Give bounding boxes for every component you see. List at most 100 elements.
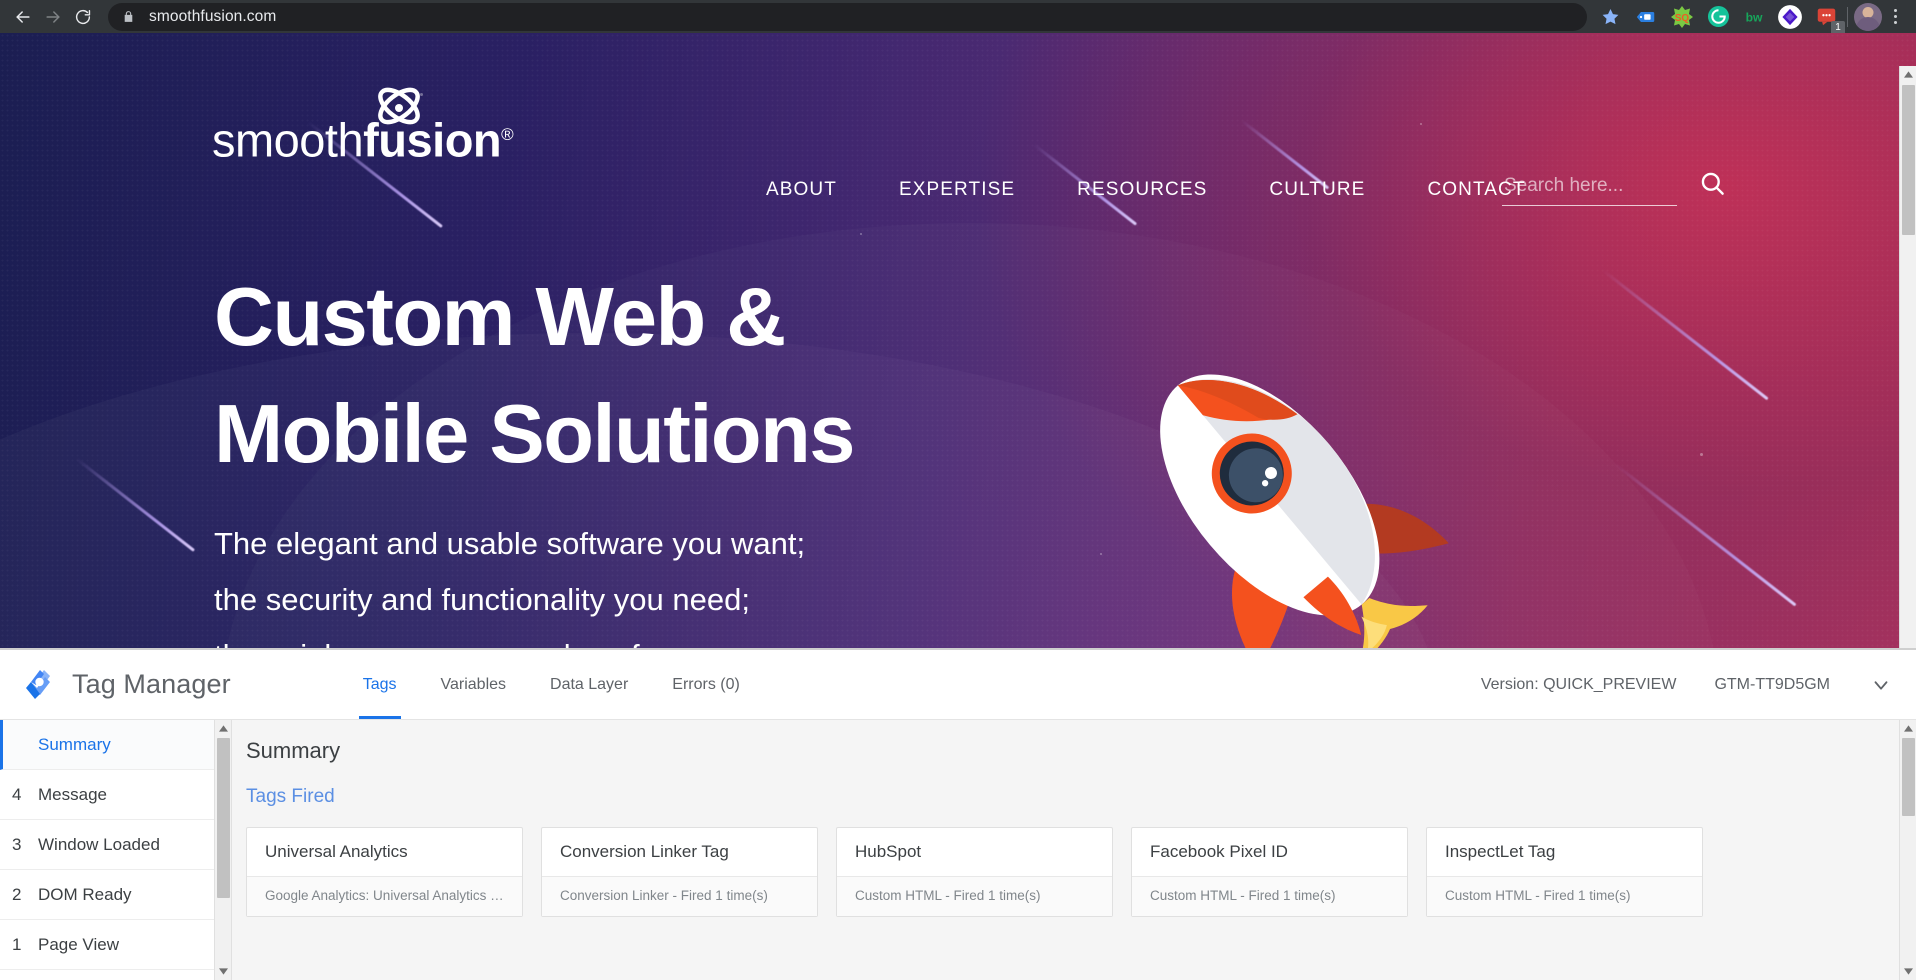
hero-title-line-2: Mobile Solutions xyxy=(214,387,855,480)
tag-card[interactable]: Facebook Pixel ID Custom HTML - Fired 1 … xyxy=(1131,827,1408,917)
kebab-dot xyxy=(1893,15,1897,18)
sidebar-item-window-loaded[interactable]: 3 Window Loaded xyxy=(0,820,231,870)
main-scroll-up-arrow-icon[interactable] xyxy=(1900,720,1916,737)
reload-button[interactable] xyxy=(68,2,98,32)
sidebar-item-label: DOM Ready xyxy=(38,884,132,904)
main-scrollbar[interactable] xyxy=(1899,720,1916,980)
site-search xyxy=(1502,170,1726,206)
grammarly-extension[interactable] xyxy=(1703,2,1733,32)
tags-fired-card-list: Universal Analytics Google Analytics: Un… xyxy=(246,827,1916,917)
sidebar-item-label: Window Loaded xyxy=(38,834,160,854)
tag-manager-header-right: Version: QUICK_PREVIEW GTM-TT9D5GM xyxy=(1481,650,1894,719)
container-id-label: GTM-TT9D5GM xyxy=(1714,675,1830,693)
sidebar-item-number: 4 xyxy=(12,784,22,804)
sidebar-item-summary[interactable]: Summary xyxy=(0,720,231,770)
tag-card[interactable]: HubSpot Custom HTML - Fired 1 time(s) xyxy=(836,827,1113,917)
back-button[interactable] xyxy=(8,2,38,32)
bluebeam-tag-extension[interactable] xyxy=(1631,2,1661,32)
browser-toolbar: smoothfusion.com SQ bw 1 xyxy=(0,0,1916,35)
forward-arrow-icon xyxy=(43,7,63,27)
tag-manager-title: Tag Manager xyxy=(72,669,231,699)
tag-card[interactable]: Conversion Linker Tag Conversion Linker … xyxy=(541,827,818,917)
toolbar-divider xyxy=(1847,6,1848,27)
svg-text:SQ: SQ xyxy=(1675,13,1690,24)
tag-card-subtitle: Custom HTML - Fired 1 time(s) xyxy=(1427,877,1702,916)
rocket-illustration xyxy=(1090,333,1520,648)
summary-heading: Summary xyxy=(246,738,341,763)
tag-card-title: Facebook Pixel ID xyxy=(1132,828,1407,877)
tab-errors[interactable]: Errors (0) xyxy=(650,650,762,719)
sidebar-scrollbar[interactable] xyxy=(214,720,231,980)
logo-wordmark: smoothfusion® xyxy=(212,109,514,167)
tag-manager-header: Tag Manager Tags Variables Data Layer Er… xyxy=(0,650,1916,719)
tag-card[interactable]: InspectLet Tag Custom HTML - Fired 1 tim… xyxy=(1426,827,1703,917)
seoquake-extension[interactable]: SQ xyxy=(1667,2,1697,32)
tags-fired-label: Tags Fired xyxy=(246,786,335,807)
nav-item-culture[interactable]: CULTURE xyxy=(1238,173,1396,207)
kebab-dot xyxy=(1893,9,1897,12)
tab-data-layer[interactable]: Data Layer xyxy=(528,650,650,719)
sidebar-item-number: 2 xyxy=(12,884,22,904)
tab-data-layer-label: Data Layer xyxy=(550,675,629,693)
tag-card-title: InspectLet Tag xyxy=(1427,828,1702,877)
sidebar-scroll-down-arrow-icon[interactable] xyxy=(215,963,231,980)
search-icon[interactable] xyxy=(1699,170,1726,206)
page-viewport: smoothfusion® ABOUT EXPERTISE RESOURCES … xyxy=(0,33,1916,648)
version-label: Version: QUICK_PREVIEW xyxy=(1480,675,1677,693)
sidebar-item-label: Page View xyxy=(38,934,119,954)
kebab-menu-icon[interactable] xyxy=(1882,3,1908,31)
tag-card-subtitle: Conversion Linker - Fired 1 time(s) xyxy=(542,877,817,916)
chevron-down-icon[interactable] xyxy=(1868,672,1894,698)
tab-variables[interactable]: Variables xyxy=(419,650,529,719)
search-input[interactable] xyxy=(1502,173,1677,206)
site-nav: ABOUT EXPERTISE RESOURCES CULTURE CONTAC… xyxy=(735,173,1557,207)
hero-subtitle-line-2: the security and functionality you need; xyxy=(214,582,750,617)
profile-avatar[interactable] xyxy=(1854,2,1882,31)
nav-item-expertise[interactable]: EXPERTISE xyxy=(868,173,1046,207)
hero-subtitle-line-1: The elegant and usable software you want… xyxy=(214,526,806,561)
tag-manager-tabs: Tags Variables Data Layer Errors (0) xyxy=(341,650,762,719)
tag-card-title: HubSpot xyxy=(837,828,1112,877)
sidebar-item-message[interactable]: 4 Message xyxy=(0,770,231,820)
buzzsumo-extension[interactable]: bw xyxy=(1739,2,1769,32)
tag-assistant-extension[interactable] xyxy=(1775,2,1805,32)
forward-button[interactable] xyxy=(38,2,68,32)
site-logo[interactable]: smoothfusion® xyxy=(212,83,514,167)
sidebar-item-label: Message xyxy=(38,784,107,804)
bookmark-star-icon xyxy=(1601,7,1620,26)
tag-manager-brand: Tag Manager xyxy=(22,664,231,705)
tag-manager-logo-icon xyxy=(22,664,58,705)
main-scrollbar-thumb[interactable] xyxy=(1902,738,1915,816)
logo-suffix: fusion xyxy=(363,114,502,167)
hero-title-line-1: Custom Web & xyxy=(214,270,786,363)
sidebar-scroll-up-arrow-icon[interactable] xyxy=(215,720,231,737)
star-dot xyxy=(860,233,862,235)
tag-manager-panel: Tag Manager Tags Variables Data Layer Er… xyxy=(0,648,1916,980)
tab-tags-label: Tags xyxy=(362,675,397,693)
tag-card-title: Universal Analytics xyxy=(247,828,522,877)
todoist-extension[interactable]: 1 xyxy=(1811,2,1845,35)
address-bar[interactable]: smoothfusion.com xyxy=(108,2,1587,31)
nav-item-resources[interactable]: RESOURCES xyxy=(1046,173,1238,207)
back-arrow-icon xyxy=(13,7,33,27)
sidebar-item-number: 3 xyxy=(12,834,22,854)
tab-variables-label: Variables xyxy=(440,675,507,693)
tag-card[interactable]: Universal Analytics Google Analytics: Un… xyxy=(246,827,523,917)
page-scrollbar[interactable] xyxy=(1899,66,1916,648)
tag-manager-body: Summary 4 Message 3 Window Loaded 2 DOM … xyxy=(0,719,1916,980)
tab-tags[interactable]: Tags xyxy=(341,650,419,719)
sidebar-item-page-view[interactable]: 1 Page View xyxy=(0,920,231,970)
lock-icon xyxy=(122,9,135,24)
svg-text:bw: bw xyxy=(1746,10,1763,24)
hero-subtitle-line-3: the painless process you long for. xyxy=(214,628,854,648)
page-scrollbar-thumb[interactable] xyxy=(1902,85,1915,235)
sidebar-item-dom-ready[interactable]: 2 DOM Ready xyxy=(0,870,231,920)
bookmark-button[interactable] xyxy=(1595,2,1625,32)
tag-manager-main: Summary Tags Fired Universal Analytics G… xyxy=(232,720,1916,980)
hero-copy: Custom Web & Mobile Solutions The elegan… xyxy=(214,258,855,648)
scroll-up-arrow-icon[interactable] xyxy=(1900,66,1916,83)
logo-prefix: smooth xyxy=(212,114,364,167)
main-scroll-down-arrow-icon[interactable] xyxy=(1900,963,1916,980)
sidebar-scrollbar-thumb[interactable] xyxy=(217,738,230,898)
nav-item-about[interactable]: ABOUT xyxy=(735,173,868,207)
